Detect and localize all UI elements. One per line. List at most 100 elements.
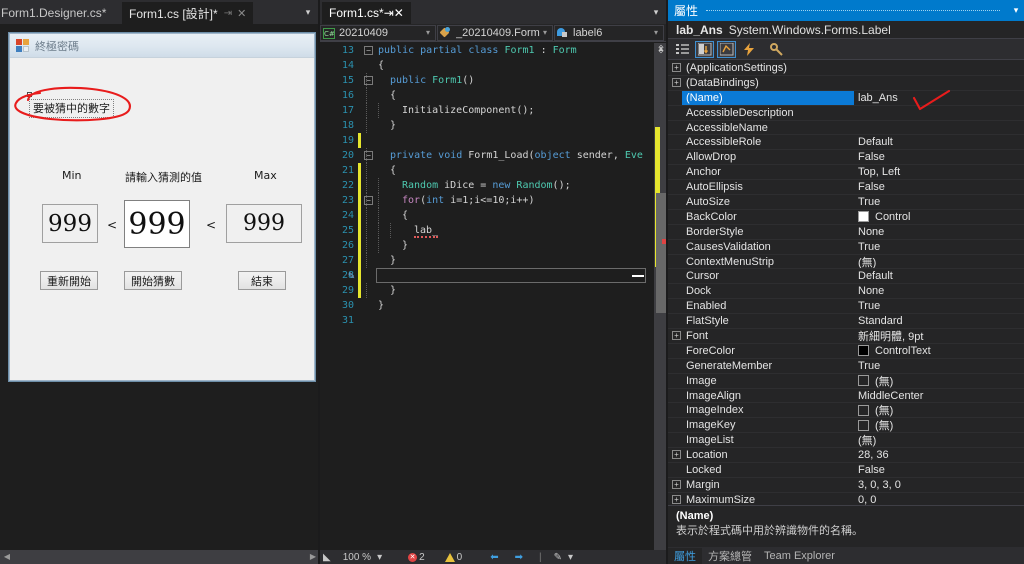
- label-max-value[interactable]: 999: [226, 204, 302, 243]
- code-line[interactable]: 18}: [320, 118, 668, 133]
- textbox-guess-value[interactable]: 999: [124, 200, 190, 248]
- property-row[interactable]: Cursor Default: [668, 269, 1024, 285]
- scroll-left-icon[interactable]: ◀: [2, 552, 12, 562]
- property-value[interactable]: None: [858, 284, 1020, 298]
- property-value[interactable]: Control: [858, 210, 1020, 224]
- chevron-down-icon[interactable]: ▾: [302, 6, 314, 18]
- property-value[interactable]: True: [858, 195, 1020, 209]
- chevron-down-icon[interactable]: ▾: [1008, 5, 1024, 16]
- chevron-down-icon[interactable]: ▾: [651, 28, 661, 37]
- code-line[interactable]: 30}: [320, 298, 668, 313]
- status-left-arrow[interactable]: ◣: [320, 550, 334, 564]
- alphabetical-view-button[interactable]: [695, 40, 714, 58]
- code-line[interactable]: 14 {: [320, 58, 668, 73]
- code-line[interactable]: 25 lab_: [320, 223, 668, 238]
- property-row[interactable]: AccessibleRole Default: [668, 135, 1024, 151]
- property-value[interactable]: 0, 0: [858, 493, 1020, 505]
- selected-label-wrapper[interactable]: 要被猜中的數字: [27, 92, 114, 118]
- pen-edit-icon[interactable]: ✎: [348, 268, 362, 282]
- property-value[interactable]: Standard: [858, 314, 1020, 328]
- property-row[interactable]: ImageList (無): [668, 433, 1024, 449]
- code-line[interactable]: 21 {: [320, 163, 668, 178]
- property-value[interactable]: [858, 121, 1020, 135]
- property-value[interactable]: False: [858, 463, 1020, 477]
- class-dropdown[interactable]: _20210409.Form1 ▾: [437, 24, 553, 41]
- property-value[interactable]: None: [858, 225, 1020, 239]
- property-value[interactable]: ControlText: [858, 344, 1020, 358]
- property-row[interactable]: AutoEllipsis False: [668, 180, 1024, 196]
- categorized-view-button[interactable]: [673, 41, 692, 58]
- expand-toggle-icon[interactable]: +: [672, 450, 681, 460]
- scroll-right-icon[interactable]: ▶: [308, 552, 318, 562]
- code-line[interactable]: 27}: [320, 253, 668, 268]
- code-line[interactable]: 28 ✎: [320, 268, 668, 283]
- property-row[interactable]: + Margin 3, 0, 3, 0: [668, 478, 1024, 493]
- header-drag-dots[interactable]: [706, 10, 1000, 11]
- label-min-value[interactable]: 999: [42, 204, 98, 243]
- property-row[interactable]: AccessibleName: [668, 121, 1024, 136]
- expand-toggle-icon[interactable]: +: [672, 77, 681, 87]
- property-value[interactable]: [858, 61, 1020, 75]
- tab-properties[interactable]: 屬性: [668, 548, 702, 564]
- property-value[interactable]: True: [858, 299, 1020, 313]
- property-value[interactable]: 3, 0, 3, 0: [858, 478, 1020, 492]
- zoom-chevron-down-icon[interactable]: ▾: [374, 550, 385, 564]
- properties-view-button[interactable]: [717, 40, 736, 58]
- property-row[interactable]: Locked False: [668, 463, 1024, 478]
- label-target-number[interactable]: 要被猜中的數字: [29, 99, 114, 118]
- error-count-indicator[interactable]: ✕ 2: [405, 550, 428, 564]
- code-line[interactable]: 17 InitializeComponent();: [320, 103, 668, 118]
- code-line[interactable]: 24 {: [320, 208, 668, 223]
- code-line[interactable]: 16 {: [320, 88, 668, 103]
- pen-icon[interactable]: ✎: [551, 550, 565, 564]
- scroll-thumb[interactable]: [656, 193, 666, 313]
- property-value[interactable]: Top, Left: [858, 165, 1020, 179]
- code-line[interactable]: 26}: [320, 238, 668, 253]
- pen-chevron-down-icon[interactable]: ▾: [565, 550, 576, 564]
- code-line[interactable]: 31: [320, 313, 668, 328]
- property-value[interactable]: False: [858, 150, 1020, 164]
- property-row[interactable]: ImageKey (無): [668, 418, 1024, 434]
- property-row[interactable]: AccessibleDescription: [668, 106, 1024, 121]
- selection-handle[interactable]: [27, 92, 32, 97]
- property-value[interactable]: [858, 76, 1020, 90]
- property-value[interactable]: True: [858, 240, 1020, 254]
- properties-object-selector[interactable]: lab_Ans System.Windows.Forms.Label: [668, 21, 1024, 39]
- property-value[interactable]: [858, 106, 1020, 120]
- form-designer-surface[interactable]: 終極密碼 要被猜中的數字 Min 請輸入猜測的值 Max 999 < 999 <…: [0, 24, 320, 564]
- property-row[interactable]: AllowDrop False: [668, 150, 1024, 166]
- label-max[interactable]: Max: [254, 169, 277, 182]
- tab-form1-designer-cs[interactable]: Form1.Designer.cs*: [0, 2, 114, 24]
- expand-toggle-icon[interactable]: +: [672, 63, 681, 72]
- property-row[interactable]: Anchor Top, Left: [668, 165, 1024, 181]
- expand-toggle-icon[interactable]: +: [672, 479, 681, 489]
- property-row[interactable]: Dock None: [668, 284, 1024, 300]
- property-row[interactable]: ImageAlign MiddleCenter: [668, 389, 1024, 404]
- code-line[interactable]: 23− for(int i=1;i<=10;i++): [320, 193, 668, 208]
- tab-form1-cs-design[interactable]: Form1.cs [設計]* ⇥ ✕: [122, 2, 254, 24]
- member-dropdown[interactable]: label6 ▾: [554, 24, 664, 41]
- code-line[interactable]: 22 Random iDice = new Random();: [320, 178, 668, 193]
- chevron-down-icon[interactable]: ▾: [540, 28, 550, 37]
- end-button[interactable]: 結束: [238, 271, 286, 290]
- code-line[interactable]: 29}: [320, 283, 668, 298]
- tab-solution-explorer[interactable]: 方案總管: [702, 548, 758, 564]
- close-icon[interactable]: ✕: [394, 6, 404, 20]
- property-row[interactable]: Image (無): [668, 374, 1024, 389]
- property-value[interactable]: True: [858, 359, 1020, 373]
- property-value[interactable]: (無): [858, 403, 1020, 417]
- pin-icon[interactable]: ⇥: [224, 8, 232, 19]
- start-guess-button[interactable]: 開始猜數: [124, 271, 182, 290]
- property-row[interactable]: Enabled True: [668, 299, 1024, 315]
- project-dropdown[interactable]: C# 20210409 ▾: [320, 24, 436, 41]
- property-value[interactable]: lab_Ans: [858, 91, 1020, 105]
- property-value[interactable]: (無): [858, 255, 1020, 269]
- property-value[interactable]: (無): [858, 418, 1020, 432]
- property-value[interactable]: Default: [858, 269, 1020, 283]
- label-min[interactable]: Min: [62, 169, 82, 182]
- property-row[interactable]: BackColor Control: [668, 210, 1024, 225]
- expand-toggle-icon[interactable]: +: [672, 494, 681, 504]
- code-line[interactable]: 13 − public partial class Form1 : Form: [320, 43, 668, 58]
- property-row[interactable]: CausesValidation True: [668, 240, 1024, 255]
- code-line[interactable]: 19: [320, 133, 668, 148]
